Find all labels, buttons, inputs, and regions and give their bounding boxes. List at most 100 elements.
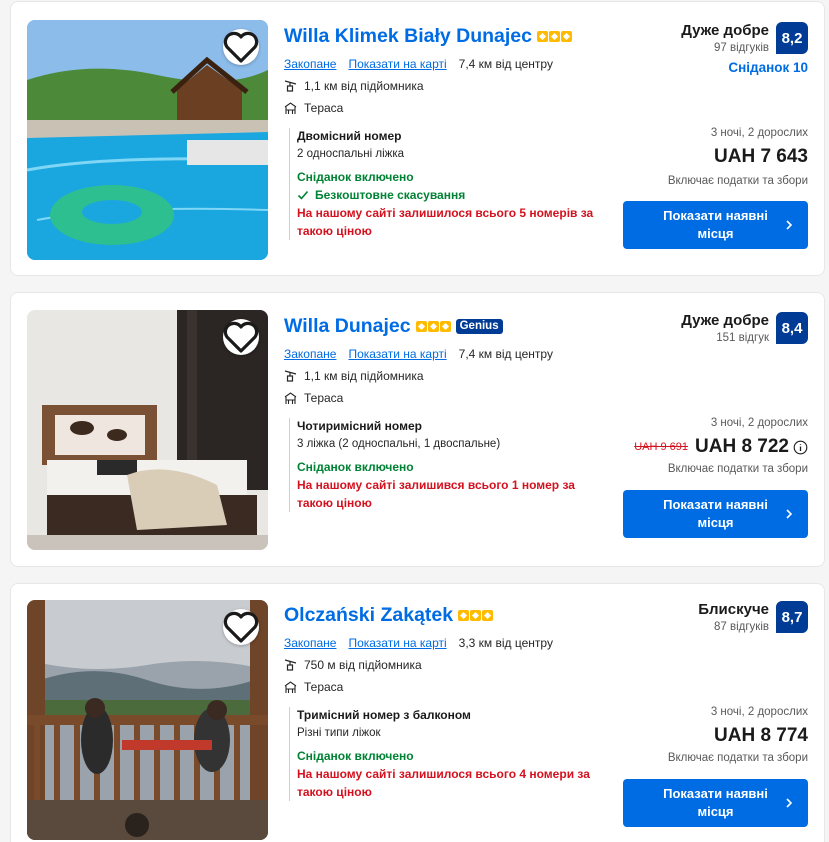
- star-icon: [482, 610, 494, 621]
- price: UAH 8 774: [714, 725, 808, 746]
- title-row: Willa Klimek Biały Dunajec: [284, 25, 572, 48]
- price-row: UAH 8 774: [714, 725, 808, 747]
- hotel-name-link[interactable]: Olczański Zakątek: [284, 604, 453, 627]
- ski-lift-distance: 750 м від підйомника: [284, 658, 422, 672]
- room-name: Чотиримісний номер: [297, 419, 422, 433]
- amenity-terrace: Тераса: [284, 680, 343, 694]
- price: UAH 7 643: [714, 146, 808, 167]
- terrace-icon: [284, 391, 297, 405]
- hotel-name-link[interactable]: Willa Dunajec: [284, 315, 411, 338]
- ski-lift-text: 1,1 км від підйомника: [304, 79, 424, 93]
- price: UAH 8 722: [695, 436, 789, 457]
- review-score-badge[interactable]: 8,7: [776, 601, 808, 633]
- save-favorite-button[interactable]: [223, 29, 259, 65]
- genius-badge: Genius: [455, 319, 503, 334]
- breakfast-subscore: Сніданок 10: [728, 60, 808, 75]
- scarcity-message: На нашому сайті залишилося всього 4 номе…: [297, 767, 590, 799]
- scarcity-message: На нашому сайті залишилося всього 5 номе…: [297, 206, 594, 238]
- ski-lift-distance: 1,1 км від підйомника: [284, 79, 424, 93]
- room-name: Двомісний номер: [297, 129, 402, 143]
- property-card: Olczański Zakątek Закопане Показати на к…: [10, 583, 825, 842]
- stay-duration: 3 ночі, 2 дорослих: [710, 417, 808, 429]
- terrace-icon: [284, 680, 297, 694]
- ski-lift-icon: [284, 369, 297, 383]
- save-favorite-button[interactable]: [223, 319, 259, 355]
- show-on-map-link[interactable]: Показати на карті: [348, 347, 446, 361]
- bed-types: Різні типи ліжок: [297, 727, 381, 739]
- review-count: 87 відгуків: [713, 621, 769, 633]
- show-on-map-link[interactable]: Показати на карті: [348, 636, 446, 650]
- price-row: UAH 9 691 UAH 8 722: [634, 436, 808, 458]
- distance-from-center: 3,3 км від центру: [458, 636, 553, 650]
- stay-duration: 3 ночі, 2 дорослих: [710, 127, 808, 139]
- ski-lift-icon: [284, 79, 297, 93]
- room-name: Тримісний номер з балконом: [297, 708, 471, 722]
- town-link[interactable]: Закопане: [284, 57, 336, 71]
- heart-icon: [223, 611, 259, 643]
- star-icon: [415, 321, 427, 332]
- star-rating: [458, 610, 494, 621]
- button-label: Показати наявні місця: [663, 208, 768, 241]
- scarcity-message: На нашому сайті залишився всього 1 номер…: [297, 478, 575, 510]
- review-count: 97 відгуків: [713, 42, 769, 54]
- title-row: Olczański Zakątek: [284, 604, 494, 627]
- breakfast-included: Сніданок включено: [297, 170, 414, 184]
- star-icon: [458, 610, 470, 621]
- property-photo[interactable]: [27, 600, 268, 840]
- review-score-word: Дуже добре: [681, 312, 769, 329]
- property-photo[interactable]: [27, 310, 268, 550]
- info-icon[interactable]: [793, 440, 808, 455]
- save-favorite-button[interactable]: [223, 609, 259, 645]
- stay-duration: 3 ночі, 2 дорослих: [710, 706, 808, 718]
- distance-from-center: 7,4 км від центру: [458, 57, 553, 71]
- taxes-note: Включає податки та збори: [667, 175, 808, 187]
- property-info: Willa Dunajec Genius Закопане Показати н…: [284, 293, 614, 553]
- show-availability-button[interactable]: Показати наявні місця: [623, 779, 808, 827]
- property-info: Olczański Zakątek Закопане Показати на к…: [284, 584, 614, 842]
- ski-lift-icon: [284, 658, 297, 672]
- heart-icon: [223, 321, 259, 353]
- review-score-word: Блискуче: [698, 601, 769, 618]
- price-column: Дуже добре 97 відгуків 8,2 Сніданок 10 3…: [608, 2, 808, 262]
- taxes-note: Включає податки та збори: [667, 752, 808, 764]
- ski-lift-distance: 1,1 км від підйомника: [284, 369, 424, 383]
- heart-icon: [223, 31, 259, 63]
- button-label: Показати наявні місця: [663, 497, 768, 530]
- star-rating: [537, 31, 572, 42]
- price-column: Дуже добре 151 відгук 8,4 3 ночі, 2 доро…: [608, 293, 808, 553]
- location-row: Закопане Показати на карті 7,4 км від це…: [284, 347, 553, 361]
- terrace-icon: [284, 101, 297, 115]
- amenity-text: Тераса: [304, 101, 344, 115]
- original-price: UAH 9 691: [634, 441, 688, 453]
- property-card: Willa Klimek Biały Dunajec Закопане Пока…: [10, 1, 825, 276]
- chevron-right-icon: [786, 220, 793, 230]
- check-icon: [297, 189, 309, 201]
- star-icon: [439, 321, 451, 332]
- amenity-text: Тераса: [304, 391, 344, 405]
- button-label: Показати наявні місця: [663, 786, 768, 819]
- chevron-right-icon: [786, 509, 793, 519]
- star-icon: [537, 31, 548, 42]
- taxes-note: Включає податки та збори: [667, 463, 808, 475]
- amenity-terrace: Тераса: [284, 391, 343, 405]
- chevron-right-icon: [786, 798, 793, 808]
- star-icon: [427, 321, 439, 332]
- property-info: Willa Klimek Biały Dunajec Закопане Пока…: [284, 2, 614, 262]
- star-icon: [470, 610, 482, 621]
- town-link[interactable]: Закопане: [284, 636, 336, 650]
- show-availability-button[interactable]: Показати наявні місця: [623, 490, 808, 538]
- review-score-word: Дуже добре: [681, 22, 769, 39]
- distance-from-center: 7,4 км від центру: [458, 347, 553, 361]
- town-link[interactable]: Закопане: [284, 347, 336, 361]
- room-details: Двомісний номер 2 односпальні ліжка Снід…: [289, 128, 607, 240]
- free-cancellation-text: Безкоштовне скасування: [315, 188, 466, 202]
- location-row: Закопане Показати на карті 3,3 км від це…: [284, 636, 553, 650]
- property-photo[interactable]: [27, 20, 268, 260]
- review-score-badge[interactable]: 8,4: [776, 312, 808, 344]
- amenity-text: Тераса: [304, 680, 344, 694]
- hotel-name-link[interactable]: Willa Klimek Biały Dunajec: [284, 25, 532, 48]
- show-availability-button[interactable]: Показати наявні місця: [623, 201, 808, 249]
- review-score-badge[interactable]: 8,2: [776, 22, 808, 54]
- ski-lift-text: 750 м від підйомника: [304, 658, 422, 672]
- show-on-map-link[interactable]: Показати на карті: [348, 57, 446, 71]
